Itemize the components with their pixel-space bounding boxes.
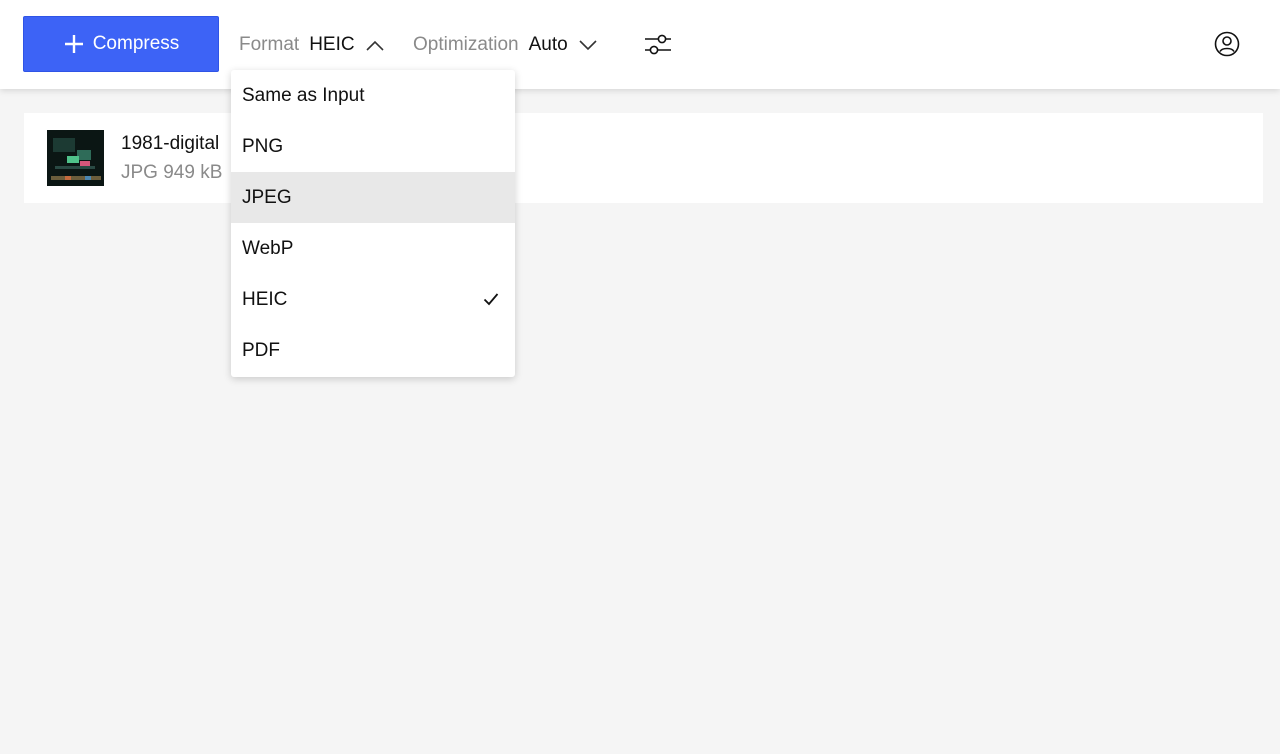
format-dropdown[interactable]: Format HEIC bbox=[239, 30, 385, 60]
optimization-label: Optimization bbox=[413, 34, 519, 55]
file-card[interactable]: 1981-digital JPG 949 kB bbox=[24, 113, 1263, 203]
file-thumbnail bbox=[47, 130, 104, 186]
optimization-value: Auto bbox=[528, 34, 568, 55]
optimization-dropdown[interactable]: Optimization Auto bbox=[413, 30, 598, 60]
chevron-down-icon bbox=[579, 40, 597, 51]
menu-item-label: PNG bbox=[242, 136, 284, 157]
menu-item-label: WebP bbox=[242, 238, 294, 259]
format-label: Format bbox=[239, 34, 300, 55]
format-option-webp[interactable]: WebP bbox=[231, 223, 515, 274]
menu-item-label: HEIC bbox=[242, 289, 288, 310]
compress-label: Compress bbox=[92, 33, 180, 54]
sliders-icon[interactable] bbox=[644, 31, 672, 57]
format-option-heic[interactable]: HEIC bbox=[231, 274, 515, 325]
format-option-same-as-input[interactable]: Same as Input bbox=[231, 70, 515, 121]
format-menu: Same as Input PNG JPEG WebP HEIC PDF bbox=[231, 70, 515, 377]
menu-item-label: PDF bbox=[242, 340, 280, 361]
menu-item-label: Same as Input bbox=[242, 85, 365, 106]
compress-button[interactable]: Compress bbox=[23, 16, 219, 72]
format-option-jpeg[interactable]: JPEG bbox=[231, 172, 515, 223]
checkmark-icon bbox=[483, 293, 499, 306]
toolbar: Compress Format HEIC Optimization Auto bbox=[0, 0, 1280, 89]
chevron-up-icon bbox=[366, 40, 384, 51]
menu-item-label: JPEG bbox=[242, 187, 292, 208]
format-option-png[interactable]: PNG bbox=[231, 121, 515, 172]
file-meta: JPG 949 kB bbox=[121, 162, 223, 183]
account-icon[interactable] bbox=[1214, 31, 1240, 57]
format-option-pdf[interactable]: PDF bbox=[231, 325, 515, 376]
format-value: HEIC bbox=[309, 34, 355, 55]
plus-icon bbox=[64, 35, 83, 53]
file-name: 1981-digital bbox=[121, 133, 220, 154]
